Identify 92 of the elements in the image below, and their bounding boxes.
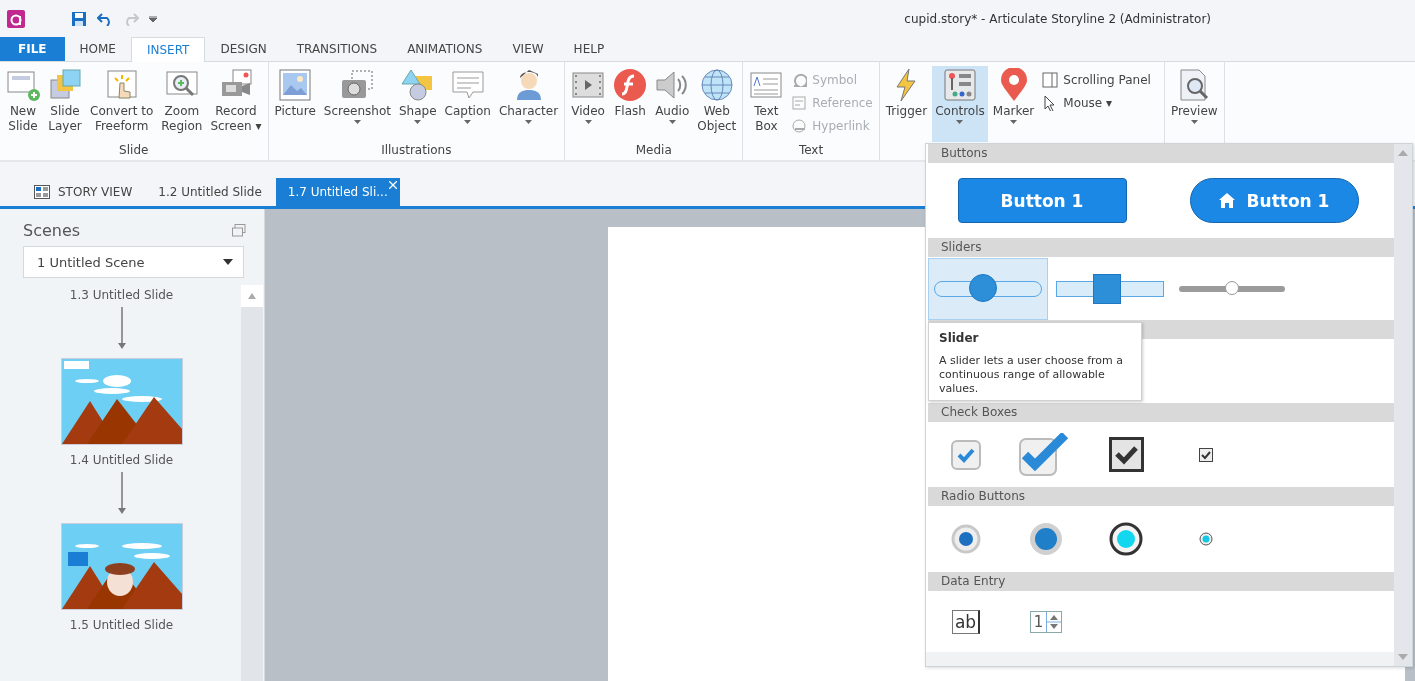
ribbon-button[interactable]: Record Screen ▾: [207, 66, 265, 142]
radio-button[interactable]: [1199, 532, 1213, 546]
ribbon-button[interactable]: Screenshot: [320, 66, 394, 142]
tooltip-text: A slider lets a user choose from a continuous range of allowable values.: [939, 354, 1125, 396]
slide-label[interactable]: 1.3 Untitled Slide: [69, 287, 174, 303]
window-title: cupid.story* - Articulate Storyline 2 (Administrator): [904, 11, 1211, 26]
menu-tab[interactable]: FILE: [0, 37, 65, 61]
text-entry-field[interactable]: ab: [951, 609, 981, 634]
flash-icon: [613, 68, 648, 102]
group-label: Slide: [118, 142, 150, 159]
radio-button[interactable]: [1029, 522, 1063, 556]
story-view-icon: [34, 185, 50, 199]
close-icon[interactable]: [388, 181, 397, 189]
ribbon-button[interactable]: Flash: [610, 66, 651, 142]
app-logo-icon: [7, 9, 25, 28]
ribbon-button[interactable]: Trigger: [882, 66, 931, 142]
spin-arrows-icon: [1046, 611, 1062, 632]
slider-thumb[interactable]: [968, 273, 997, 302]
checkbox[interactable]: [951, 439, 981, 470]
slider-option[interactable]: [928, 257, 1048, 320]
picture-icon: [278, 68, 313, 102]
document-tab[interactable]: 1.7 Untitled Sli...: [275, 178, 400, 206]
ribbon-button[interactable]: Controls: [932, 66, 988, 142]
group-label: Media: [634, 142, 673, 159]
arrow-icon: [117, 472, 126, 514]
ribbon-button[interactable]: Shape: [395, 66, 440, 142]
slider-thumb[interactable]: [1092, 273, 1121, 304]
scrollbar[interactable]: [1394, 144, 1412, 666]
omega-icon: [791, 72, 808, 88]
ribbon-button[interactable]: Audio: [652, 66, 693, 142]
ribbon-button[interactable]: Video: [568, 66, 609, 142]
scrollbar[interactable]: [241, 285, 263, 681]
ribbon-button[interactable]: Marker: [989, 66, 1038, 142]
scroll-up-icon[interactable]: [248, 293, 256, 299]
number-spinner[interactable]: 1: [1029, 610, 1063, 633]
button-sample[interactable]: Button 1: [957, 178, 1127, 223]
ribbon-button[interactable]: Preview: [1167, 66, 1221, 142]
tooltip-title: Slider: [939, 331, 980, 345]
slide-label[interactable]: 1.5 Untitled Slide: [69, 617, 174, 633]
menu-tab[interactable]: HOME: [64, 37, 131, 61]
section-header: Radio Buttons: [928, 487, 1394, 506]
group-label: Text: [797, 142, 825, 159]
undo-icon[interactable]: [97, 11, 113, 26]
ribbon-button[interactable]: Scrolling Panel: [1039, 70, 1154, 90]
slide-label[interactable]: 1.4 Untitled Slide: [69, 452, 174, 468]
ribbon-button[interactable]: Zoom Region: [158, 66, 206, 142]
caret-icon: [223, 259, 233, 265]
section-header: Sliders: [928, 238, 1394, 257]
radio-button[interactable]: [1109, 522, 1143, 556]
section-header: Buttons: [928, 144, 1394, 163]
document-tab[interactable]: 1.2 Untitled Slide: [146, 178, 274, 206]
scroll-up-icon[interactable]: [1398, 150, 1408, 156]
home-icon: [1218, 193, 1235, 208]
arrow-icon: [117, 307, 126, 349]
globe-icon: [699, 68, 734, 102]
layers-icon: [48, 68, 82, 102]
panel-icon: [1042, 72, 1059, 88]
ribbon-button[interactable]: New Slide: [3, 66, 43, 142]
ribbon-button[interactable]: Caption: [441, 66, 494, 142]
scene-dropdown[interactable]: 1 Untitled Scene: [23, 246, 244, 278]
button-sample[interactable]: Button 1: [1189, 178, 1359, 223]
ribbon-button[interactable]: Mouse ▾: [1039, 93, 1154, 113]
menu-tab[interactable]: DESIGN: [205, 37, 282, 61]
ribbon-button[interactable]: Web Object: [694, 66, 740, 142]
scroll-down-icon[interactable]: [1398, 654, 1408, 660]
section-header: Data Entry: [928, 572, 1394, 591]
controls-icon: [942, 68, 977, 102]
pointer-hand-icon: [104, 68, 139, 102]
ribbon-button[interactable]: Slide Layer: [45, 66, 85, 142]
restore-icon[interactable]: [232, 224, 246, 237]
save-icon[interactable]: [71, 10, 87, 27]
menu-tab[interactable]: VIEW: [497, 37, 559, 61]
menu-tab[interactable]: ANIMATIONS: [392, 37, 498, 61]
ribbon-button[interactable]: Picture: [271, 66, 319, 142]
document-tab[interactable]: STORY VIEW: [22, 178, 145, 206]
checkbox[interactable]: [1199, 447, 1213, 462]
speaker-icon: [655, 68, 690, 102]
section-header: Check Boxes: [928, 403, 1394, 422]
panel-title: Scenes: [23, 221, 81, 240]
customize-caret-icon[interactable]: [149, 15, 157, 22]
shapes-icon: [400, 68, 435, 102]
slider-thumb[interactable]: [1225, 280, 1239, 295]
ribbon-button[interactable]: Character: [495, 66, 562, 142]
menu-tab[interactable]: INSERT: [130, 37, 206, 62]
new-slide-icon: [6, 68, 40, 102]
ribbon-button[interactable]: Text Box: [746, 66, 787, 142]
menu-tab[interactable]: TRANSITIONS: [281, 37, 393, 61]
menu-tab[interactable]: HELP: [558, 37, 620, 61]
checkbox[interactable]: [1108, 437, 1144, 472]
ribbon-button[interactable]: Convert to Freeform: [87, 66, 157, 142]
group-label: Illustrations: [380, 142, 453, 159]
reference-icon: [791, 95, 808, 111]
